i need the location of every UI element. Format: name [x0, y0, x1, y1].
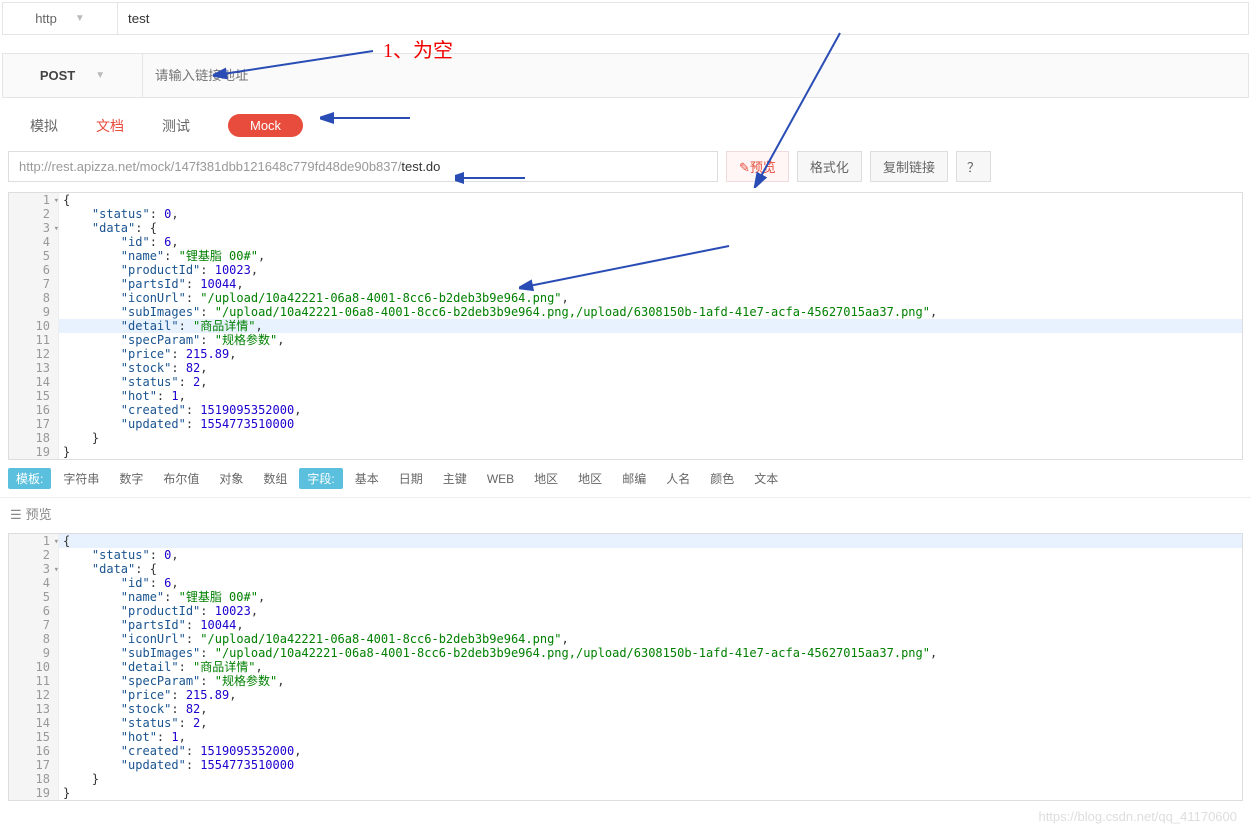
code-line: 9 "subImages": "/upload/10a42221-06a8-40…: [9, 646, 1242, 660]
template-item[interactable]: 颜色: [702, 468, 742, 489]
template-item[interactable]: WEB: [479, 470, 522, 488]
code-line: 18 }: [9, 772, 1242, 786]
help-button[interactable]: ？: [956, 151, 991, 182]
code-line: 16 "created": 1519095352000,: [9, 403, 1242, 417]
watermark-text: https://blog.csdn.net/qq_41170600: [1038, 809, 1237, 824]
wrench-icon: ✎: [739, 160, 750, 175]
template-item[interactable]: 地区: [570, 468, 610, 489]
template-item[interactable]: 字符串: [55, 468, 107, 489]
code-line: 13 "stock": 82,: [9, 702, 1242, 716]
preview-editor[interactable]: 1▾{2 "status": 0,3▾ "data": {4 "id": 6,5…: [8, 533, 1243, 801]
template-label: 模板:: [8, 468, 51, 489]
code-line: 11 "specParam": "规格参数",: [9, 674, 1242, 688]
template-item[interactable]: 对象: [211, 468, 251, 489]
mock-url-input[interactable]: http://rest.apizza.net/mock/147f381dbb12…: [8, 151, 718, 182]
code-line: 15 "hot": 1,: [9, 389, 1242, 403]
code-line: 14 "status": 2,: [9, 716, 1242, 730]
template-item[interactable]: 文本: [746, 468, 786, 489]
code-line: 15 "hot": 1,: [9, 730, 1242, 744]
method-value: POST: [40, 68, 75, 83]
code-line: 4 "id": 6,: [9, 235, 1242, 249]
code-line: 1▾{: [9, 193, 1242, 207]
code-line: 11 "specParam": "规格参数",: [9, 333, 1242, 347]
template-item[interactable]: 人名: [658, 468, 698, 489]
code-line: 8 "iconUrl": "/upload/10a42221-06a8-4001…: [9, 632, 1242, 646]
code-editor[interactable]: 1▾{2 "status": 0,3▾ "data": {4 "id": 6,5…: [8, 192, 1243, 460]
code-line: 5 "name": "锂基脂 00#",: [9, 249, 1242, 263]
tabs-row: 模拟 文档 测试 Mock: [0, 98, 1251, 151]
code-line: 19}: [9, 445, 1242, 459]
code-line: 12 "price": 215.89,: [9, 347, 1242, 361]
method-select[interactable]: POST ▼: [3, 54, 143, 97]
code-line: 7 "partsId": 10044,: [9, 618, 1242, 632]
annotation-text: 1、为空: [383, 34, 453, 63]
tab-simulate[interactable]: 模拟: [30, 116, 58, 136]
code-line: 17 "updated": 1554773510000: [9, 417, 1242, 431]
code-line: 16 "created": 1519095352000,: [9, 744, 1242, 758]
mock-url-row: http://rest.apizza.net/mock/147f381dbb12…: [0, 151, 1251, 192]
chevron-down-icon: ▼: [75, 13, 85, 24]
code-line: 18 }: [9, 431, 1242, 445]
protocol-value: http: [35, 11, 57, 26]
template-item[interactable]: 主键: [435, 468, 475, 489]
code-line: 5 "name": "锂基脂 00#",: [9, 590, 1242, 604]
code-line: 19}: [9, 786, 1242, 800]
template-item[interactable]: 基本: [347, 468, 387, 489]
code-line: 8 "iconUrl": "/upload/10a42221-06a8-4001…: [9, 291, 1242, 305]
code-line: 3▾ "data": {: [9, 562, 1242, 576]
template-item[interactable]: 数字: [111, 468, 151, 489]
format-button[interactable]: 格式化: [797, 151, 862, 182]
preview-header: ☰预览: [0, 497, 1251, 529]
code-line: 1▾{: [9, 534, 1242, 548]
template-item[interactable]: 地区: [526, 468, 566, 489]
chevron-down-icon: ▼: [95, 70, 105, 81]
template-item[interactable]: 字段:: [299, 468, 342, 489]
code-line: 14 "status": 2,: [9, 375, 1242, 389]
tab-test[interactable]: 测试: [162, 116, 190, 136]
code-line: 6 "productId": 10023,: [9, 604, 1242, 618]
code-line: 17 "updated": 1554773510000: [9, 758, 1242, 772]
mock-url-prefix: http://rest.apizza.net/mock/147f381dbb12…: [19, 159, 401, 174]
protocol-select[interactable]: http ▼: [3, 3, 118, 34]
arrow-annotation-icon: [320, 106, 420, 130]
code-line: 9 "subImages": "/upload/10a42221-06a8-40…: [9, 305, 1242, 319]
code-line: 3▾ "data": {: [9, 221, 1242, 235]
preview-button[interactable]: ✎预览: [726, 151, 789, 182]
code-line: 6 "productId": 10023,: [9, 263, 1242, 277]
code-line: 2 "status": 0,: [9, 207, 1242, 221]
template-bar: 模板: 字符串数字布尔值对象数组字段:基本日期主键WEB地区地区邮编人名颜色文本: [0, 460, 1251, 497]
template-item[interactable]: 布尔值: [155, 468, 207, 489]
code-line: 7 "partsId": 10044,: [9, 277, 1242, 291]
header-row: http ▼: [2, 2, 1249, 35]
list-icon: ☰: [10, 507, 22, 522]
api-name-input[interactable]: [118, 3, 1248, 34]
code-line: 4 "id": 6,: [9, 576, 1242, 590]
copy-link-button[interactable]: 复制链接: [870, 151, 948, 182]
code-line: 2 "status": 0,: [9, 548, 1242, 562]
request-row: POST ▼ 1、为空: [2, 53, 1249, 98]
mock-button[interactable]: Mock: [228, 114, 303, 137]
url-input[interactable]: [143, 54, 1248, 97]
tab-doc[interactable]: 文档: [96, 116, 124, 136]
code-line: 13 "stock": 82,: [9, 361, 1242, 375]
template-item[interactable]: 日期: [391, 468, 431, 489]
template-item[interactable]: 邮编: [614, 468, 654, 489]
code-line: 10 "detail": "商品详情",: [9, 319, 1242, 333]
template-item[interactable]: 数组: [255, 468, 295, 489]
mock-url-suffix: test.do: [401, 159, 440, 174]
code-line: 10 "detail": "商品详情",: [9, 660, 1242, 674]
code-line: 12 "price": 215.89,: [9, 688, 1242, 702]
